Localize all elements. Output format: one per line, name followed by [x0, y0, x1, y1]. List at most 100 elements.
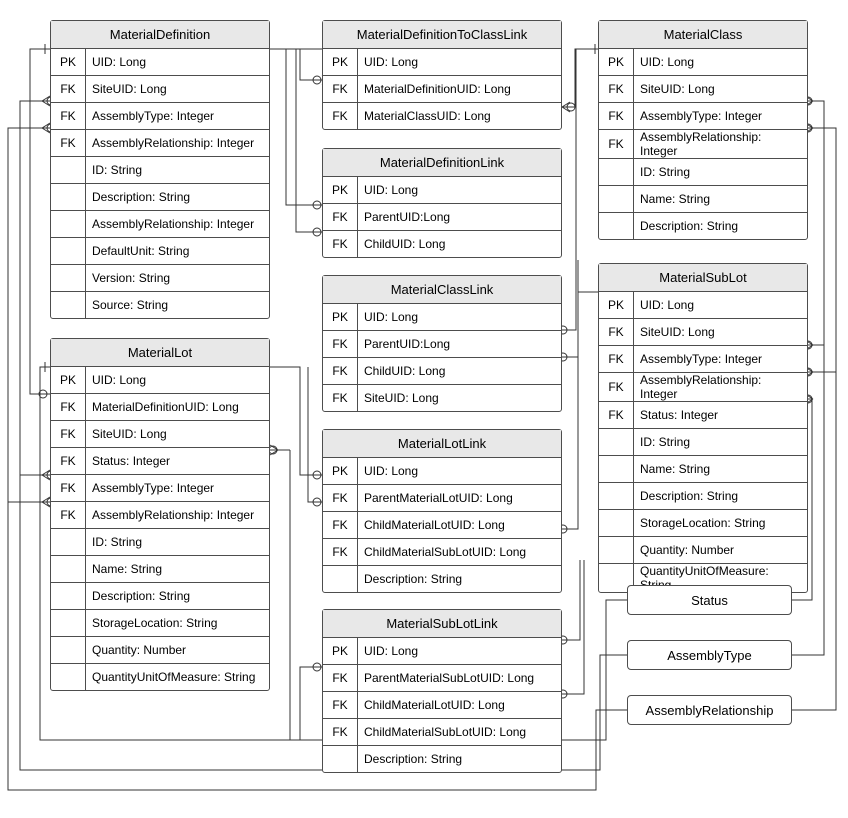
key-cell: PK: [323, 458, 358, 484]
entity-rows: PKUID: LongFKParentMaterialLotUID: LongF…: [323, 458, 561, 592]
entity-material-sublot-link: MaterialSubLotLink PKUID: LongFKParentMa…: [322, 609, 562, 773]
value-cell: AssemblyType: Integer: [634, 346, 807, 372]
table-row: PKUID: Long: [323, 458, 561, 485]
table-row: DefaultUnit: String: [51, 238, 269, 265]
table-row: QuantityUnitOfMeasure: String: [51, 664, 269, 690]
key-cell: [599, 159, 634, 185]
key-cell: [51, 292, 86, 318]
table-row: FKParentUID:Long: [323, 204, 561, 231]
entity-rows: PKUID: LongFKMaterialDefinitionUID: Long…: [323, 49, 561, 129]
entity-rows: PKUID: LongFKSiteUID: LongFKAssemblyType…: [599, 49, 807, 239]
entity-material-class: MaterialClass PKUID: LongFKSiteUID: Long…: [598, 20, 808, 240]
table-row: Source: String: [51, 292, 269, 318]
entity-title: MaterialLotLink: [323, 430, 561, 458]
table-row: FKAssemblyType: Integer: [51, 103, 269, 130]
key-cell: FK: [323, 331, 358, 357]
table-row: FKMaterialClassUID: Long: [323, 103, 561, 129]
table-row: PKUID: Long: [323, 304, 561, 331]
table-row: FKMaterialDefinitionUID: Long: [323, 76, 561, 103]
table-row: PKUID: Long: [323, 49, 561, 76]
value-cell: Description: String: [634, 483, 807, 509]
key-cell: FK: [323, 512, 358, 538]
entity-rows: PKUID: LongFKMaterialDefinitionUID: Long…: [51, 367, 269, 690]
table-row: FKAssemblyRelationship: Integer: [51, 130, 269, 157]
value-cell: Description: String: [358, 746, 561, 772]
value-cell: Source: String: [86, 292, 269, 318]
key-cell: [51, 184, 86, 210]
value-cell: ParentMaterialLotUID: Long: [358, 485, 561, 511]
value-cell: AssemblyRelationship: Integer: [86, 502, 269, 528]
key-cell: FK: [51, 130, 86, 156]
key-cell: [323, 566, 358, 592]
table-row: FKAssemblyRelationship: Integer: [51, 502, 269, 529]
key-cell: FK: [51, 103, 86, 129]
key-cell: PK: [323, 177, 358, 203]
lookup-assembly-relationship: AssemblyRelationship: [627, 695, 792, 725]
table-row: FKStatus: Integer: [51, 448, 269, 475]
value-cell: ChildMaterialLotUID: Long: [358, 692, 561, 718]
table-row: ID: String: [599, 429, 807, 456]
value-cell: MaterialDefinitionUID: Long: [86, 394, 269, 420]
key-cell: FK: [51, 421, 86, 447]
table-row: FKChildMaterialLotUID: Long: [323, 512, 561, 539]
value-cell: MaterialClassUID: Long: [358, 103, 561, 129]
table-row: PKUID: Long: [51, 49, 269, 76]
value-cell: AssemblyRelationship: Integer: [634, 130, 807, 158]
key-cell: PK: [599, 292, 634, 318]
value-cell: ID: String: [86, 529, 269, 555]
table-row: StorageLocation: String: [51, 610, 269, 637]
key-cell: FK: [323, 485, 358, 511]
table-row: FKSiteUID: Long: [599, 319, 807, 346]
value-cell: Name: String: [86, 556, 269, 582]
entity-title: MaterialClassLink: [323, 276, 561, 304]
key-cell: FK: [51, 475, 86, 501]
value-cell: SiteUID: Long: [634, 319, 807, 345]
table-row: ID: String: [51, 529, 269, 556]
key-cell: [599, 429, 634, 455]
value-cell: Description: String: [86, 583, 269, 609]
table-row: ID: String: [51, 157, 269, 184]
key-cell: [51, 157, 86, 183]
key-cell: [51, 556, 86, 582]
value-cell: ParentMaterialSubLotUID: Long: [358, 665, 561, 691]
entity-material-sublot: MaterialSubLot PKUID: LongFKSiteUID: Lon…: [598, 263, 808, 593]
key-cell: FK: [323, 76, 358, 102]
value-cell: AssemblyRelationship: Integer: [86, 211, 269, 237]
value-cell: UID: Long: [358, 177, 561, 203]
table-row: FKChildMaterialSubLotUID: Long: [323, 539, 561, 566]
entity-title: MaterialSubLotLink: [323, 610, 561, 638]
value-cell: AssemblyType: Integer: [86, 475, 269, 501]
value-cell: AssemblyRelationship: Integer: [634, 373, 807, 401]
table-row: StorageLocation: String: [599, 510, 807, 537]
value-cell: ID: String: [634, 159, 807, 185]
value-cell: MaterialDefinitionUID: Long: [358, 76, 561, 102]
table-row: FKParentUID:Long: [323, 331, 561, 358]
table-row: FKChildMaterialLotUID: Long: [323, 692, 561, 719]
key-cell: FK: [323, 692, 358, 718]
table-row: FKAssemblyType: Integer: [599, 103, 807, 130]
value-cell: Description: String: [634, 213, 807, 239]
entity-material-definition-link: MaterialDefinitionLink PKUID: LongFKPare…: [322, 148, 562, 258]
entity-title: MaterialDefinitionLink: [323, 149, 561, 177]
value-cell: ChildUID: Long: [358, 231, 561, 257]
table-row: Description: String: [51, 184, 269, 211]
key-cell: [51, 637, 86, 663]
table-row: Quantity: Number: [599, 537, 807, 564]
table-row: PKUID: Long: [599, 292, 807, 319]
value-cell: UID: Long: [634, 49, 807, 75]
key-cell: [599, 537, 634, 563]
key-cell: FK: [323, 385, 358, 411]
table-row: Name: String: [599, 456, 807, 483]
key-cell: [599, 456, 634, 482]
table-row: Name: String: [599, 186, 807, 213]
key-cell: FK: [599, 346, 634, 372]
table-row: FKSiteUID: Long: [599, 76, 807, 103]
key-cell: [51, 664, 86, 690]
table-row: FKChildUID: Long: [323, 231, 561, 257]
entity-title: MaterialLot: [51, 339, 269, 367]
key-cell: [51, 610, 86, 636]
key-cell: PK: [323, 304, 358, 330]
key-cell: [51, 211, 86, 237]
value-cell: Name: String: [634, 456, 807, 482]
table-row: FKSiteUID: Long: [51, 76, 269, 103]
